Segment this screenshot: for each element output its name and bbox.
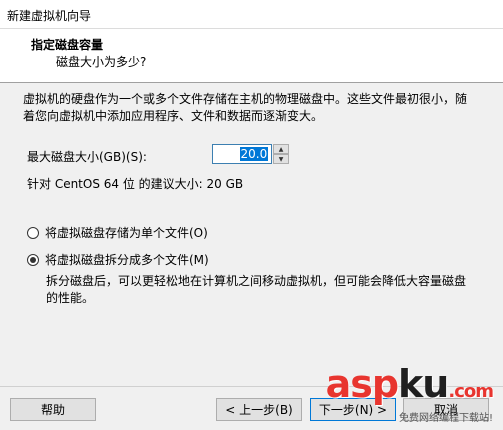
max-disk-size-stepper[interactable]: 20.0 ▲ ▼ (212, 144, 289, 164)
back-button[interactable]: < 上一步(B) (216, 398, 302, 421)
radio-single-icon[interactable] (27, 226, 39, 239)
radio-multi-icon[interactable] (27, 253, 39, 266)
radio-multiple-files[interactable]: 将虚拟磁盘拆分成多个文件(M) (27, 251, 209, 268)
disk-description: 虚拟机的硬盘作为一个或多个文件存储在主机的物理磁盘中。这些文件最初很小，随着您向… (23, 92, 468, 123)
spin-down-icon[interactable]: ▼ (273, 154, 289, 164)
max-disk-size-value: 20.0 (239, 147, 269, 161)
recommended-size-text: 针对 CentOS 64 位 的建议大小: 20 GB (27, 177, 244, 191)
spin-buttons: ▲ ▼ (273, 144, 289, 164)
split-description: 拆分磁盘后，可以更轻松地在计算机之间移动虚拟机，但可能会降低大容量磁盘的性能。 (46, 274, 467, 305)
next-button[interactable]: 下一步(N) > (310, 398, 396, 421)
radio-multi-label[interactable]: 将虚拟磁盘拆分成多个文件(M) (45, 251, 209, 268)
wizard-header: 指定磁盘容量 磁盘大小为多少? (0, 29, 503, 83)
wizard-footer: 帮助 < 上一步(B) 下一步(N) > 取消 (0, 386, 503, 430)
wizard-body: 虚拟机的硬盘作为一个或多个文件存储在主机的物理磁盘中。这些文件最初很小，随着您向… (0, 83, 503, 386)
max-disk-size-input[interactable]: 20.0 (212, 144, 273, 164)
radio-single-file[interactable]: 将虚拟磁盘存储为单个文件(O) (27, 224, 208, 241)
window-title: 新建虚拟机向导 (7, 9, 92, 23)
page-title: 指定磁盘容量 (31, 38, 104, 52)
cancel-button[interactable]: 取消 (403, 398, 489, 421)
spin-up-icon[interactable]: ▲ (273, 144, 289, 154)
max-disk-size-label: 最大磁盘大小(GB)(S): (27, 150, 147, 164)
page-subtitle: 磁盘大小为多少? (56, 55, 147, 69)
help-button[interactable]: 帮助 (10, 398, 96, 421)
radio-single-label[interactable]: 将虚拟磁盘存储为单个文件(O) (45, 224, 208, 241)
title-bar: 新建虚拟机向导 (0, 0, 503, 29)
